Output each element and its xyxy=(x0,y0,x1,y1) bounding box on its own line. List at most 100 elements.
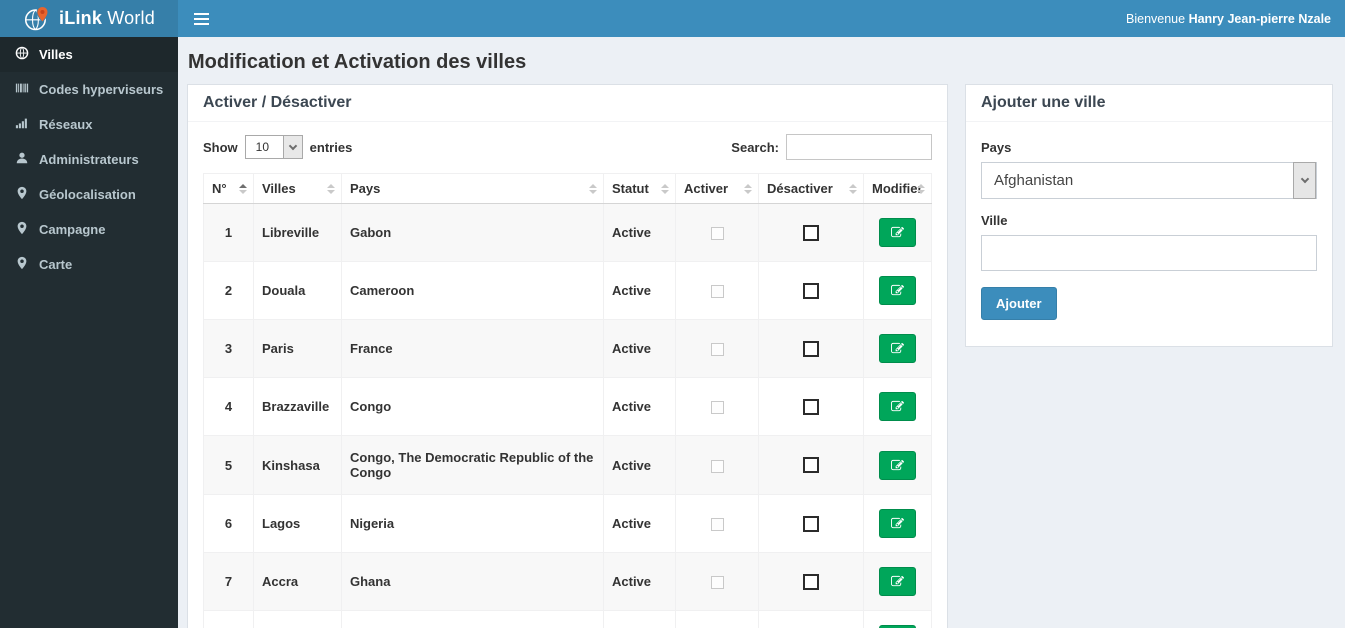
activer-checkbox[interactable] xyxy=(710,576,724,590)
ville-input[interactable] xyxy=(981,235,1317,271)
sidebar-item-label: Réseaux xyxy=(39,117,93,132)
pays-label: Pays xyxy=(981,140,1012,155)
modifier-button[interactable] xyxy=(879,509,916,538)
desactiver-checkbox[interactable] xyxy=(803,398,819,415)
row-number: 3 xyxy=(203,319,254,378)
page-title: Modification et Activation des villes xyxy=(188,51,527,73)
row-number: 7 xyxy=(203,552,254,611)
sidebar-item-geolocalisation[interactable]: Géolocalisation xyxy=(0,177,178,212)
page-length-value: 10 xyxy=(255,140,270,154)
statut-cell: Active xyxy=(603,494,676,553)
column-header-statut[interactable]: Statut xyxy=(603,173,676,204)
sidebar-item-villes[interactable]: Villes xyxy=(0,37,178,72)
ville-cell: Abidjan xyxy=(253,610,342,628)
activer-checkbox[interactable] xyxy=(710,401,724,415)
desactiver-checkbox[interactable] xyxy=(803,515,819,532)
pays-cell: Nigeria xyxy=(341,494,604,553)
table-row: 1 Libreville Gabon Active xyxy=(203,203,932,262)
barcode-icon xyxy=(15,81,29,98)
main-content: Modification et Activation des villes Ac… xyxy=(178,37,1345,628)
sidebar-item-label: Campagne xyxy=(39,222,106,237)
pays-cell: France xyxy=(341,319,604,378)
ville-cell: Accra xyxy=(253,552,342,611)
column-header-num[interactable]: N° xyxy=(203,173,254,204)
column-header-activer[interactable]: Activer xyxy=(675,173,759,204)
column-header-desactiver[interactable]: Désactiver xyxy=(758,173,864,204)
column-header-pays[interactable]: Pays xyxy=(341,173,604,204)
search-input[interactable] xyxy=(786,134,932,160)
ville-cell: Libreville xyxy=(253,203,342,262)
row-number: 5 xyxy=(203,435,254,495)
column-header-modifier[interactable]: Modifier xyxy=(863,173,932,204)
pays-cell: Congo xyxy=(341,377,604,436)
table-row: 6 Lagos Nigeria Active xyxy=(203,494,932,553)
statut-cell: Active xyxy=(603,435,676,495)
brand-name: iLink World xyxy=(59,8,155,28)
sidebar-toggle-icon[interactable] xyxy=(178,0,225,37)
desactiver-checkbox[interactable] xyxy=(803,282,819,299)
sidebar-item-label: Codes hyperviseurs xyxy=(39,82,164,97)
page-length-select[interactable]: 10 xyxy=(244,135,303,159)
activer-desactiver-panel: Activer / Désactiver Show 10 entries Sea… xyxy=(187,84,948,628)
sidebar: Villes Codes hyperviseurs Réseaux Admini… xyxy=(0,37,178,628)
sidebar-item-label: Carte xyxy=(39,257,73,272)
sidebar-item-codes-hyperviseurs[interactable]: Codes hyperviseurs xyxy=(0,72,178,107)
statut-cell: Active xyxy=(603,610,676,628)
map-marker-icon xyxy=(15,256,29,273)
desactiver-checkbox[interactable] xyxy=(803,224,819,241)
ville-cell: Lagos xyxy=(253,494,342,553)
table-row: 2 Douala Cameroon Active xyxy=(203,261,932,320)
ajouter-button[interactable]: Ajouter xyxy=(981,287,1057,320)
sidebar-item-campagne[interactable]: Campagne xyxy=(0,212,178,247)
row-number: 1 xyxy=(203,203,254,262)
brand-logo[interactable]: iLink World xyxy=(0,0,178,37)
welcome-text: Bienvenue Hanry Jean-pierre Nzale xyxy=(1126,11,1331,26)
edit-icon xyxy=(891,400,904,412)
desactiver-checkbox[interactable] xyxy=(803,573,819,590)
modifier-button[interactable] xyxy=(879,567,916,596)
map-marker-icon xyxy=(15,186,29,203)
desactiver-checkbox[interactable] xyxy=(803,340,819,357)
sidebar-item-reseaux[interactable]: Réseaux xyxy=(0,107,178,142)
statut-cell: Active xyxy=(603,261,676,320)
activer-checkbox[interactable] xyxy=(710,518,724,532)
chevron-down-icon xyxy=(282,136,302,158)
table-row: 3 Paris France Active xyxy=(203,319,932,378)
modifier-button[interactable] xyxy=(879,334,916,363)
desactiver-checkbox[interactable] xyxy=(803,457,819,474)
pays-cell: Congo, The Democratic Republic of the Co… xyxy=(341,435,604,495)
activer-checkbox[interactable] xyxy=(710,459,724,473)
activer-checkbox[interactable] xyxy=(710,285,724,299)
sidebar-item-carte[interactable]: Carte xyxy=(0,247,178,282)
sort-icon xyxy=(327,183,335,194)
ville-cell: Kinshasa xyxy=(253,435,342,495)
map-marker-icon xyxy=(15,221,29,238)
statut-cell: Active xyxy=(603,377,676,436)
pays-cell: Gabon xyxy=(341,203,604,262)
row-number: 2 xyxy=(203,261,254,320)
sidebar-item-label: Géolocalisation xyxy=(39,187,136,202)
user-icon xyxy=(15,151,29,168)
modifier-button[interactable] xyxy=(879,392,916,421)
navbar: Bienvenue Hanry Jean-pierre Nzale xyxy=(178,0,1345,37)
edit-icon xyxy=(891,459,904,470)
panel-title: Ajouter une ville xyxy=(966,85,1332,122)
chevron-down-icon xyxy=(1293,162,1316,199)
sidebar-item-administrateurs[interactable]: Administrateurs xyxy=(0,142,178,177)
ville-label: Ville xyxy=(981,213,1008,228)
ville-cell: Douala xyxy=(253,261,342,320)
activer-checkbox[interactable] xyxy=(710,227,724,241)
sort-icon xyxy=(589,183,597,194)
activer-checkbox[interactable] xyxy=(710,343,724,357)
column-header-villes[interactable]: Villes xyxy=(253,173,342,204)
sort-icon xyxy=(917,183,925,194)
table-row: 8 Abidjan Cote d'Ivoire Active xyxy=(203,610,932,628)
modifier-button[interactable] xyxy=(879,218,916,247)
modifier-button[interactable] xyxy=(879,450,916,480)
pays-select[interactable]: Afghanistan xyxy=(981,162,1317,199)
edit-icon xyxy=(891,575,904,587)
globe-pin-logo-icon xyxy=(23,5,51,33)
table-body: 1 Libreville Gabon Active 2 Douala Camer… xyxy=(203,203,932,628)
modifier-button[interactable] xyxy=(879,276,916,305)
sidebar-item-label: Villes xyxy=(39,47,73,62)
